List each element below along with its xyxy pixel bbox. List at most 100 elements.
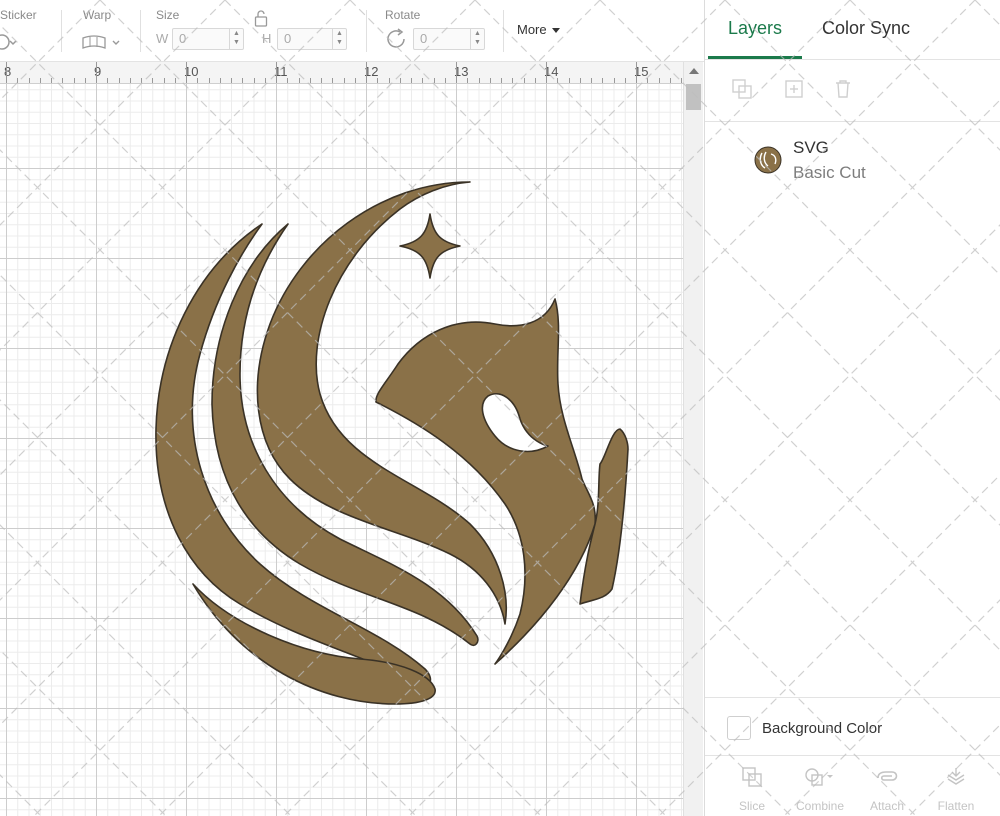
layer-thumbnail-icon (754, 146, 782, 174)
canvas-scrollbar[interactable] (683, 62, 703, 816)
scrollbar-thumb[interactable] (686, 84, 701, 110)
ruler-tick (613, 78, 615, 83)
bottom-tools: Slice Combine Attach Flatten (705, 755, 1000, 816)
layer-operation: Basic Cut (793, 163, 866, 182)
ruler-tick (467, 78, 469, 83)
warp-icon[interactable] (80, 32, 124, 54)
ruler-tick (534, 78, 536, 83)
flatten-button[interactable]: Flatten (926, 766, 986, 813)
slice-label: Slice (738, 799, 765, 813)
warp-label: Warp (83, 8, 112, 22)
tab-layers[interactable]: Layers (728, 18, 782, 39)
ruler-tick (433, 78, 435, 83)
ruler-tick (129, 78, 131, 83)
group-icon[interactable] (731, 78, 753, 100)
pegasus-logo-design[interactable] (0, 84, 683, 816)
pegasus-shape (155, 181, 629, 705)
slice-icon (742, 767, 762, 787)
ruler-tick (568, 78, 570, 83)
layer-item[interactable]: SVG Basic Cut (705, 122, 1000, 192)
size-control: Size W 0 ▲ ▼ H 0 ▲ ▼ (150, 0, 360, 62)
rotate-value: 0 (420, 31, 428, 46)
height-stepper[interactable]: ▲ ▼ (332, 29, 346, 49)
tab-color-sync[interactable]: Color Sync (822, 18, 910, 39)
ruler-tick (152, 78, 154, 83)
ruler-tick (39, 78, 41, 83)
active-tab-indicator (708, 56, 802, 59)
rotate-input[interactable]: 0 ▲ ▼ (413, 28, 485, 50)
layer-name: SVG (793, 138, 829, 157)
ruler-tick (62, 78, 64, 83)
scroll-up-icon[interactable] (689, 68, 699, 74)
height-letter: H (262, 31, 272, 46)
toolbar-divider (503, 10, 504, 52)
flatten-label: Flatten (937, 799, 975, 813)
ruler-tick (512, 78, 514, 83)
ruler-tick (557, 78, 559, 83)
ruler-tick (388, 78, 390, 83)
width-letter: W (156, 31, 169, 46)
lock-icon[interactable] (253, 9, 269, 27)
width-stepper[interactable]: ▲ ▼ (229, 29, 243, 49)
layer-tools (705, 60, 1000, 122)
width-input[interactable]: 0 ▲ ▼ (172, 28, 244, 50)
background-color-label: Background Color (762, 720, 883, 737)
attach-icon (877, 771, 898, 781)
ruler-tick (17, 78, 19, 83)
attach-label: Attach (869, 799, 905, 813)
ruler-tick (647, 78, 649, 83)
ruler-tick (377, 78, 379, 83)
ruler-tick (321, 78, 322, 83)
ruler-tick (624, 78, 626, 83)
ruler-tick (174, 78, 176, 83)
ruler-tick (354, 78, 356, 83)
layers-panel: Layers Color Sync SVG Basic Cut Backgrou… (704, 0, 1000, 816)
more-label: More (517, 22, 547, 37)
ruler-tick (411, 78, 412, 83)
ruler-tick (636, 62, 637, 83)
ruler-tick (208, 78, 210, 83)
ruler-tick (118, 78, 120, 83)
background-color-checkbox[interactable] (727, 716, 751, 740)
sticker-control[interactable]: Sticker (0, 0, 60, 62)
ruler-tick (366, 62, 367, 83)
rotate-icon[interactable] (385, 28, 409, 50)
ruler-tick (219, 78, 221, 83)
ruler-tick (28, 78, 30, 83)
horizontal-ruler: 8 9 10 11 12 13 14 15 (0, 62, 683, 84)
width-value: 0 (179, 31, 187, 46)
toolbar-divider (61, 10, 62, 52)
height-input[interactable]: 0 ▲ ▼ (277, 28, 347, 50)
ruler-tick (309, 78, 311, 83)
ruler-tick (658, 78, 660, 83)
ruler-tick (141, 78, 142, 83)
ruler-tick (197, 78, 199, 83)
ruler-tick (343, 78, 345, 83)
more-button[interactable]: More (517, 22, 561, 37)
sticker-icon[interactable] (0, 32, 18, 52)
warp-control[interactable]: Warp (78, 0, 138, 62)
ruler-tick (546, 62, 547, 83)
attach-button[interactable]: Attach (857, 766, 917, 813)
size-label: Size (156, 8, 180, 22)
ruler-tick (602, 78, 604, 83)
ruler-tick (253, 78, 255, 83)
rotate-stepper[interactable]: ▲ ▼ (470, 29, 484, 49)
rotate-control: Rotate 0 ▲ ▼ (380, 0, 490, 62)
panel-tabs: Layers Color Sync (705, 0, 1000, 60)
duplicate-icon[interactable] (783, 78, 805, 100)
ruler-tick (489, 78, 491, 83)
delete-icon[interactable] (832, 78, 854, 100)
combine-button[interactable]: Combine (790, 766, 850, 813)
design-canvas[interactable] (0, 84, 683, 816)
combine-icon (805, 768, 833, 786)
caret-down-icon (552, 28, 561, 34)
ruler-tick (163, 78, 165, 83)
ruler-tick (96, 62, 97, 83)
ruler-tick (422, 78, 424, 83)
ruler-tick (242, 78, 244, 83)
rotate-label: Rotate (385, 8, 421, 22)
ruler-tick (523, 78, 525, 83)
ruler-tick (444, 78, 446, 83)
slice-button[interactable]: Slice (722, 766, 782, 813)
